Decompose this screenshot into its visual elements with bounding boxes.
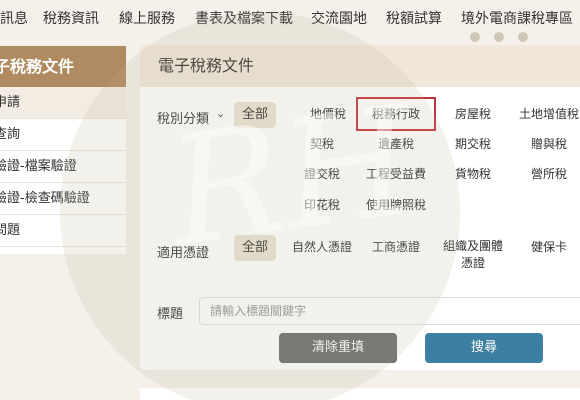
nav-item-tax-calculator[interactable]: 稅額試算	[386, 8, 442, 28]
tax-type-option[interactable]: 證交稅	[282, 166, 362, 182]
nav-item-cross-border-ecommerce[interactable]: 境外電商課稅專區	[461, 8, 573, 28]
dot-icon[interactable]	[470, 32, 480, 42]
clear-button[interactable]: 清除重填	[279, 333, 397, 363]
sidebar-item-file-verify[interactable]: 驗證-檔案驗證	[0, 151, 126, 183]
keyword-input[interactable]	[199, 297, 580, 325]
voucher-option[interactable]: 組織及團體 憑證	[433, 238, 513, 272]
dot-icon[interactable]	[518, 32, 528, 42]
tax-type-all-button[interactable]: 全部	[234, 102, 276, 128]
panel-title: 電子稅務文件	[140, 45, 580, 87]
voucher-label: 適用憑證	[157, 246, 210, 261]
tax-type-option[interactable]: 印花稅	[282, 197, 362, 213]
search-panel: 電子稅務文件 稅別分類 ⌄ 全部 地價稅 稅務行政 房屋稅 土地增值稅 契稅 遺…	[140, 45, 580, 370]
tax-type-option[interactable]: 契稅	[282, 136, 362, 152]
voucher-all-button[interactable]: 全部	[234, 235, 276, 261]
voucher-option[interactable]: 自然人憑證	[282, 239, 362, 255]
tax-type-option[interactable]: 營所稅	[509, 166, 580, 182]
tax-type-option[interactable]: 贈與稅	[509, 136, 580, 152]
dot-icon[interactable]	[494, 32, 504, 42]
nav-item-news[interactable]: 訊息	[0, 8, 28, 28]
sidebar-item-faq[interactable]: 問題	[0, 215, 126, 247]
sidebar-title: 子稅務文件	[0, 46, 126, 87]
sidebar-item-query[interactable]: 查詢	[0, 119, 126, 151]
nav-item-online-services[interactable]: 線上服務	[119, 8, 175, 28]
nav-item-tax-info[interactable]: 稅務資訊	[43, 8, 99, 28]
tax-type-option[interactable]: 房屋稅	[433, 106, 513, 122]
tax-type-option[interactable]: 期交稅	[433, 136, 513, 152]
search-button[interactable]: 搜尋	[425, 333, 543, 363]
sidebar: 子稅務文件 申請 查詢 驗證-檔案驗證 驗證-檢查碼驗證 問題	[0, 46, 126, 254]
voucher-option[interactable]: 健保卡	[509, 239, 580, 255]
sidebar-item-apply[interactable]: 申請	[0, 87, 126, 119]
tax-type-option[interactable]: 土地增值稅	[509, 106, 580, 122]
tax-type-option[interactable]: 遺產稅	[356, 136, 436, 152]
tax-type-option[interactable]: 使用牌照稅	[356, 197, 436, 213]
chevron-down-icon[interactable]: ⌄	[216, 107, 225, 120]
voucher-option-label: 組織及團體 憑證	[442, 239, 503, 270]
accessibility-dots	[470, 27, 560, 42]
keyword-label: 標題	[157, 307, 184, 322]
results-card	[140, 388, 580, 400]
tax-type-label: 稅別分類	[157, 112, 210, 127]
tax-type-option-selected[interactable]: 稅務行政	[356, 97, 436, 131]
nav-item-downloads[interactable]: 書表及檔案下載	[195, 8, 293, 28]
tax-type-option[interactable]: 貨物稅	[433, 166, 513, 182]
top-nav: 訊息 稅務資訊 線上服務 書表及檔案下載 交流園地 稅額試算 境外電商課稅專區	[0, 0, 580, 42]
sidebar-item-checkcode-verify[interactable]: 驗證-檢查碼驗證	[0, 183, 126, 215]
nav-item-community[interactable]: 交流園地	[311, 8, 367, 28]
voucher-option[interactable]: 工商憑證	[356, 239, 436, 255]
tax-type-option[interactable]: 工程受益費	[356, 166, 436, 182]
